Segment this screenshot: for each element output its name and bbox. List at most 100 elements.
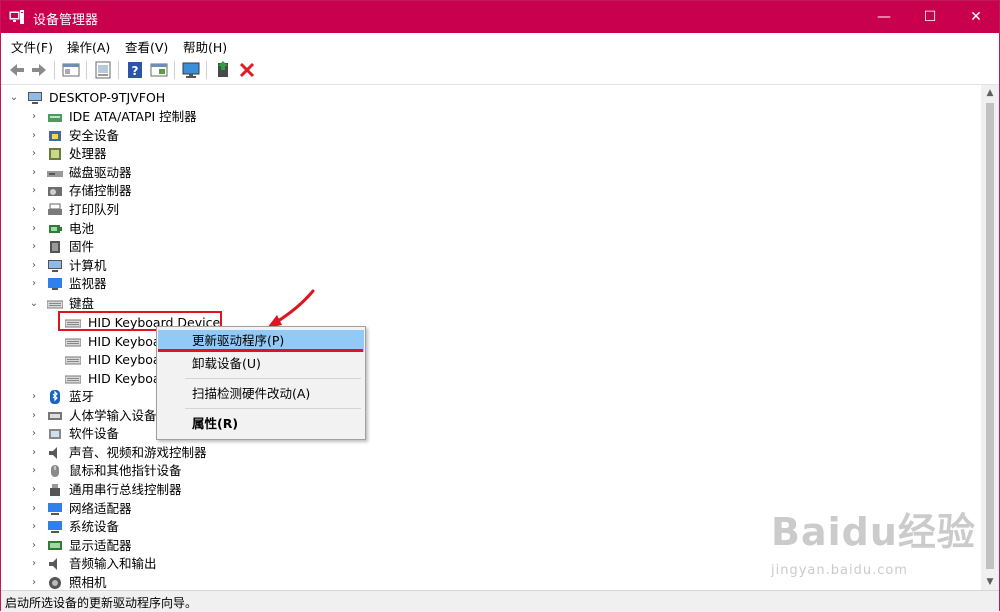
chevron-right-icon[interactable]: › [29,182,39,200]
chevron-right-icon[interactable]: › [29,444,39,462]
chevron-right-icon[interactable]: › [29,238,39,256]
uninstall-icon[interactable] [237,60,257,80]
chevron-right-icon[interactable]: › [29,481,39,499]
scroll-up-icon[interactable]: ▲ [981,85,999,101]
bluetooth-icon [50,390,60,404]
chevron-right-icon[interactable]: › [29,537,39,555]
chevron-right-icon[interactable]: › [29,388,39,406]
scroll-down-icon[interactable]: ▼ [981,574,999,590]
chevron-right-icon[interactable]: › [29,555,39,573]
tree-category-item[interactable]: › 安全设备 [29,127,429,145]
tree-category-item[interactable]: › 磁盘驱动器 [29,164,429,182]
tree-category-item[interactable]: › 电池 [29,220,429,238]
root-label: DESKTOP-9TJVFOH [49,90,166,105]
menu-item-scan-hardware[interactable]: 扫描检测硬件改动(A) [158,383,364,405]
category-label: 蓝牙 [69,389,95,404]
tree-root[interactable]: ⌄ DESKTOP-9TJVFOH [9,89,409,107]
category-label: 照相机 [69,575,107,590]
keyboard-icon [65,375,81,384]
annotation-underline [158,349,363,352]
chevron-right-icon[interactable]: › [29,500,39,518]
category-label: 声音、视频和游戏控制器 [69,444,207,460]
chevron-right-icon[interactable]: › [29,275,39,293]
chevron-right-icon[interactable]: › [29,574,39,590]
tree-category-item[interactable]: › 鼠标和其他指针设备 [29,462,429,480]
svg-text:?: ? [132,64,139,78]
help-icon[interactable]: ? [125,60,145,80]
category-label: 计算机 [69,257,107,273]
menu-item-properties[interactable]: 属性(R) [158,413,364,435]
scroll-thumb[interactable] [986,103,994,569]
maximize-button[interactable]: ☐ [907,1,953,33]
title-bar[interactable]: 设备管理器 — ☐ ✕ [1,1,999,33]
action-icon[interactable] [149,60,169,80]
menu-action[interactable]: 操作(A) [67,37,110,56]
tree-category-item[interactable]: › 系统设备 [29,518,429,536]
tree-category-item[interactable]: › 照相机 [29,574,429,590]
tree-category-item[interactable]: › 声音、视频和游戏控制器 [29,444,429,462]
tree-category-item[interactable]: › 存储控制器 [29,182,429,200]
chevron-right-icon[interactable]: › [29,127,39,145]
chevron-down-icon[interactable]: ⌄ [9,89,19,107]
chevron-right-icon[interactable]: › [29,407,39,425]
tree-category-item[interactable]: › 网络适配器 [29,500,429,518]
context-menu: 更新驱动程序(P) 卸载设备(U) 扫描检测硬件改动(A) 属性(R) [156,326,366,440]
close-button[interactable]: ✕ [953,1,999,33]
chevron-right-icon[interactable]: › [29,201,39,219]
hid-icon [48,411,62,420]
tree-category-item[interactable]: › 固件 [29,238,429,256]
tree-category-item[interactable]: › IDE ATA/ATAPI 控制器 [29,108,429,126]
audio-io-icon [49,558,57,571]
computer-icon [28,92,42,104]
show-hide-tree-icon[interactable] [61,60,81,80]
tree-category-item[interactable]: › 显示适配器 [29,537,429,555]
menu-file[interactable]: 文件(F) [11,37,53,56]
tree-category-item[interactable]: › 通用串行总线控制器 [29,481,429,499]
monitor-icon[interactable] [181,60,201,80]
print-queue-icon [48,203,62,215]
menu-item-uninstall-device[interactable]: 卸载设备(U) [158,353,364,375]
chevron-right-icon[interactable]: › [29,462,39,480]
keyboard-device-label: HID Keyboa [88,333,161,349]
chevron-right-icon[interactable]: › [29,257,39,275]
forward-icon[interactable] [29,60,49,80]
menu-help[interactable]: 帮助(H) [183,37,227,56]
chevron-down-icon[interactable]: ⌄ [29,295,39,313]
back-icon[interactable] [7,60,27,80]
update-driver-icon[interactable] [213,60,233,80]
monitor-icon [48,278,62,291]
toolbar-separator [206,61,207,79]
keyboard-icon [65,356,81,365]
category-label: 监视器 [69,276,107,292]
battery-icon [49,224,62,233]
menu-view[interactable]: 查看(V) [125,37,168,56]
status-text: 启动所选设备的更新驱动程序向导。 [5,596,198,610]
tree-category-item[interactable]: › 监视器 [29,275,429,293]
annotation-arrow-icon [267,289,315,328]
device-manager-icon [9,10,24,24]
tree-category-item[interactable]: › 处理器 [29,145,429,163]
firmware-icon [50,241,60,254]
chevron-right-icon[interactable]: › [29,425,39,443]
chevron-right-icon[interactable]: › [29,220,39,238]
vertical-scrollbar[interactable]: ▲ ▼ [981,85,999,590]
tree-category-item[interactable]: › 音频输入和输出 [29,555,429,573]
chevron-right-icon[interactable]: › [29,108,39,126]
minimize-button[interactable]: — [861,1,907,33]
uninstall-label: 卸载设备(U) [192,356,261,371]
chevron-right-icon[interactable]: › [29,518,39,536]
watermark-brand: Baidu经验 [771,510,976,554]
keyboard-device-label: HID Keyboa [88,352,161,368]
tree-category-item[interactable]: › 打印队列 [29,201,429,219]
camera-icon [49,577,61,589]
scan-label: 扫描检测硬件改动(A) [192,386,311,401]
category-label: 安全设备 [69,127,120,143]
usb-icon [50,484,60,496]
tree-category-item[interactable]: › 计算机 [29,257,429,275]
chevron-right-icon[interactable]: › [29,145,39,163]
properties-icon[interactable] [93,60,113,80]
processor-icon [49,148,61,161]
chevron-right-icon[interactable]: › [29,164,39,182]
network-adapter-icon [48,502,62,515]
system-device-icon [48,521,62,534]
